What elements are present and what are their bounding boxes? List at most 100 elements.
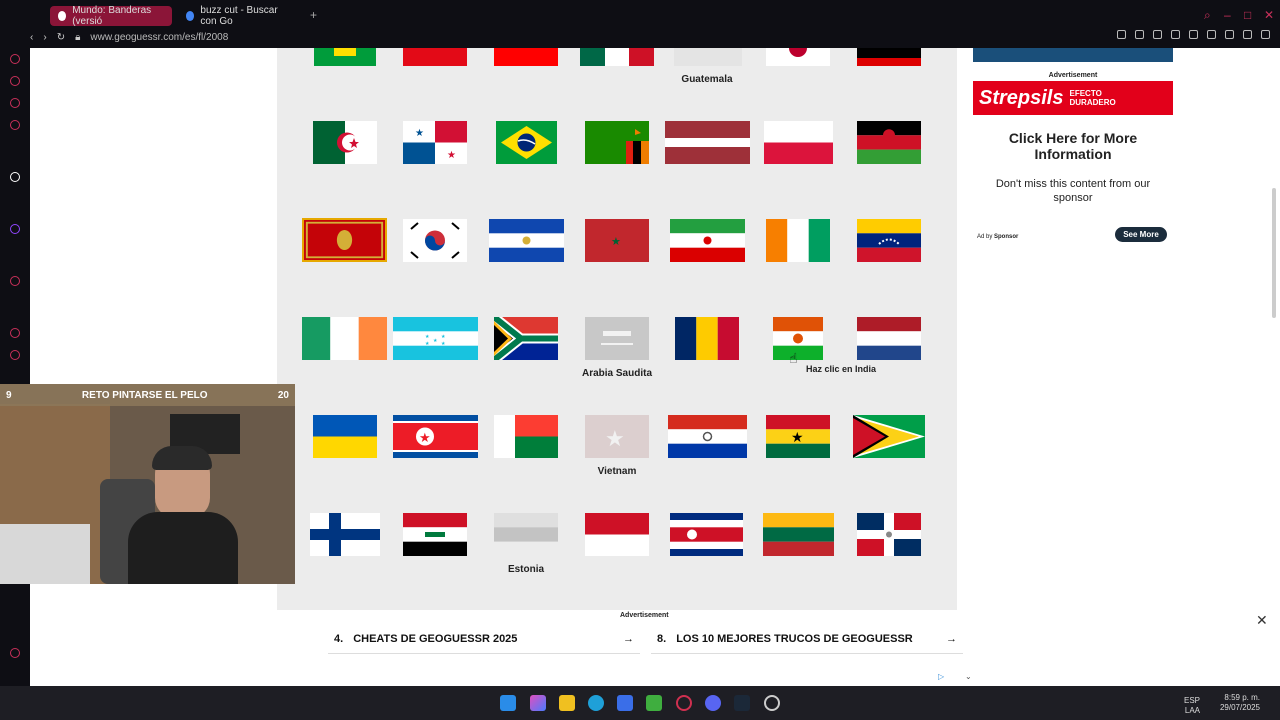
flag-tile[interactable]: ★ ★ ★ ★ ★	[393, 317, 478, 360]
flag-tile[interactable]	[675, 317, 739, 360]
sidebar-icon-gx[interactable]	[10, 648, 20, 658]
flag-tile[interactable]	[766, 219, 830, 262]
see-more-button[interactable]: See More	[1115, 227, 1167, 242]
flag-tile[interactable]	[496, 121, 557, 164]
flag-tile[interactable]	[494, 415, 558, 458]
ad-banner-strip	[973, 48, 1173, 62]
flag-tile[interactable]	[670, 219, 745, 262]
lock-icon: 🔒︎	[75, 31, 81, 43]
search-icon[interactable]: ⌕	[1204, 8, 1211, 23]
forward-icon[interactable]: ›	[43, 32, 46, 43]
flag-tile[interactable]	[585, 513, 649, 556]
flag-tile[interactable]	[494, 513, 558, 556]
store-icon[interactable]	[617, 695, 633, 711]
flag-tile[interactable]	[313, 415, 377, 458]
steam-icon[interactable]	[734, 695, 750, 711]
flag-tile[interactable]	[313, 121, 377, 164]
flag-tile[interactable]	[310, 513, 380, 556]
close-window-icon[interactable]: ✕	[1264, 8, 1274, 22]
flag-tile[interactable]	[403, 513, 467, 556]
ad-card-2[interactable]: 8. LOS 10 MEJORES TRUCOS DE GEOGUESSR →	[651, 624, 963, 654]
ad-headline[interactable]: Click Here for More Information	[973, 130, 1173, 162]
discord-icon[interactable]	[705, 695, 721, 711]
flag-tile[interactable]	[585, 121, 649, 164]
chevron-down-icon[interactable]: ⌄	[965, 672, 972, 681]
minimize-icon[interactable]: –	[1224, 8, 1231, 22]
ad-label: Advertisement	[1048, 72, 1098, 79]
maximize-icon[interactable]: □	[1244, 8, 1251, 22]
flag-tile[interactable]	[665, 121, 750, 164]
twitch-icon[interactable]	[10, 224, 20, 234]
flag-tile[interactable]	[674, 48, 742, 66]
flag-tile[interactable]	[585, 317, 649, 360]
flag-tile[interactable]: ★	[393, 415, 478, 458]
flag-tile[interactable]	[763, 513, 834, 556]
cam-shirt	[128, 512, 238, 584]
flag-tile[interactable]	[857, 513, 921, 556]
profile-icon[interactable]	[1225, 30, 1234, 39]
flag-tile[interactable]	[489, 219, 564, 262]
flag-tile[interactable]	[668, 415, 747, 458]
download-icon[interactable]	[1243, 30, 1252, 39]
copilot-icon[interactable]	[530, 695, 546, 711]
flag-tile[interactable]	[764, 121, 833, 164]
menu-icon[interactable]	[1261, 30, 1270, 39]
edge-icon[interactable]	[588, 695, 604, 711]
flag-tile[interactable]	[403, 219, 467, 262]
system-tray[interactable]: ESP LAA 8:59 p. m. 29/07/2025	[1184, 693, 1260, 715]
sidebar-icon-1[interactable]	[10, 54, 20, 64]
flag-tile[interactable]	[314, 48, 376, 66]
new-tab-icon[interactable]: +	[310, 8, 317, 22]
app-icon[interactable]	[764, 695, 780, 711]
tab-google-search[interactable]: buzz cut - Buscar con Go	[178, 5, 303, 27]
sidebar-icon-3[interactable]	[10, 98, 20, 108]
history-icon[interactable]	[1189, 30, 1198, 39]
reload-icon[interactable]: ↻	[57, 32, 65, 43]
toolbar-icons	[1117, 30, 1270, 39]
opera-gx-icon[interactable]	[676, 695, 692, 711]
flag-tile[interactable]: ★	[585, 415, 649, 458]
sidebar-icon-4[interactable]	[10, 120, 20, 130]
flag-tile[interactable]	[494, 48, 558, 66]
sidebar-icon-5[interactable]	[10, 172, 20, 182]
snapshot-icon[interactable]	[1135, 30, 1144, 39]
flag-tile[interactable]	[403, 48, 467, 66]
ad-card-1[interactable]: 4. CHEATS DE GEOGUESSR 2025 →	[328, 624, 640, 654]
adchoices-icon[interactable]: ▷	[938, 672, 944, 681]
flag-tile[interactable]	[766, 48, 830, 66]
flag-tile[interactable]	[494, 317, 558, 360]
flag-tile[interactable]: ★	[585, 219, 649, 262]
bookmark-icon[interactable]	[1117, 30, 1126, 39]
minecraft-icon[interactable]	[646, 695, 662, 711]
scrollbar-thumb[interactable]	[1272, 188, 1276, 318]
close-ad-icon[interactable]: ✕	[1256, 612, 1268, 629]
sidebar-icon-2[interactable]	[10, 76, 20, 86]
flag-tile[interactable]	[302, 218, 387, 262]
flag-tile[interactable]: ★ ★	[403, 121, 467, 164]
address-bar[interactable]: ‹ › ↻ 🔒︎ www.geoguessr.com/es/fl/2008	[30, 28, 228, 46]
flag-tile[interactable]	[857, 48, 921, 66]
heart-icon[interactable]	[1207, 30, 1216, 39]
play-icon[interactable]	[1171, 30, 1180, 39]
sidebar-icon-9[interactable]	[10, 350, 20, 360]
clock-icon[interactable]	[10, 328, 20, 338]
flag-tile[interactable]: ★	[766, 415, 830, 458]
arrow-right-icon: →	[623, 632, 634, 645]
tab-geoguessr[interactable]: Mundo: Banderas (versió	[50, 5, 172, 27]
sidebar-icon-7[interactable]	[10, 276, 20, 286]
start-icon[interactable]	[500, 695, 516, 711]
flag-tile[interactable]	[857, 121, 921, 164]
extension-icon[interactable]	[1153, 30, 1162, 39]
flag-tile[interactable]	[853, 415, 925, 458]
file-explorer-icon[interactable]	[559, 695, 575, 711]
url-text[interactable]: www.geoguessr.com/es/fl/2008	[90, 32, 228, 43]
flag-tile[interactable]	[857, 219, 921, 262]
tray-lang[interactable]: ESP LAA	[1130, 696, 1200, 716]
flag-tile[interactable]	[670, 513, 743, 556]
flag-tile[interactable]	[302, 317, 387, 360]
flag-tile[interactable]	[857, 317, 921, 360]
back-icon[interactable]: ‹	[30, 32, 33, 43]
strepsils-banner[interactable]: Strepsils EFECTO DURADERO	[973, 81, 1173, 115]
flag-tile[interactable]	[773, 317, 823, 360]
flag-tile[interactable]	[580, 48, 654, 66]
